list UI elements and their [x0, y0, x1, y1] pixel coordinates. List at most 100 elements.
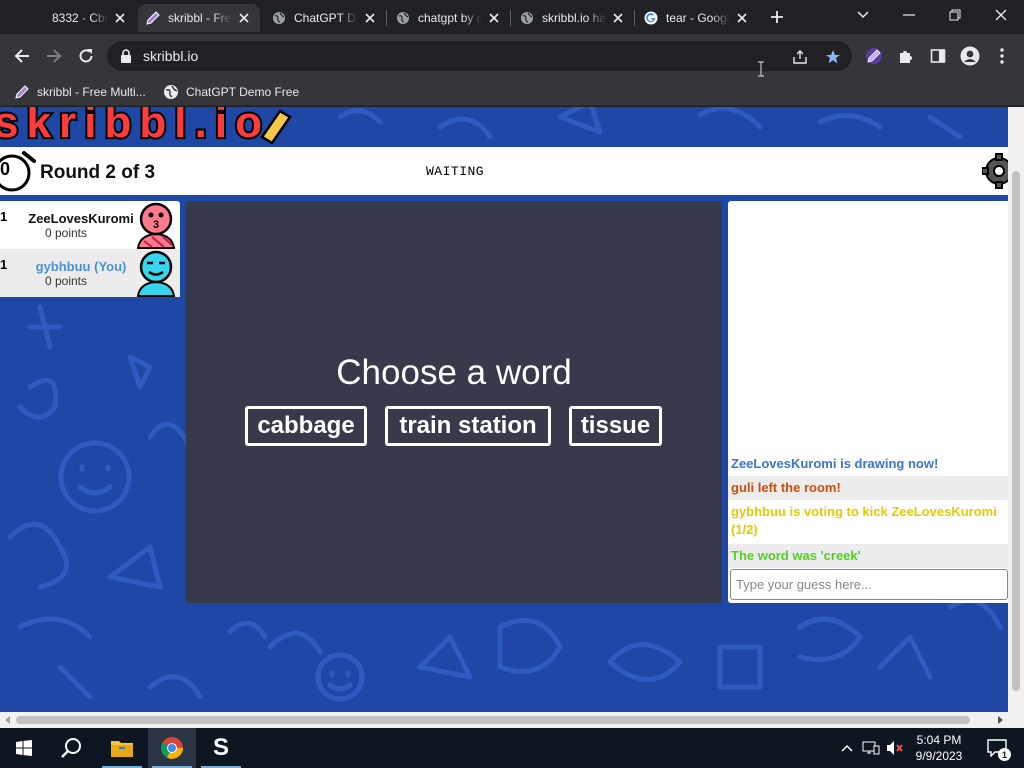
- tab-separator: [510, 10, 511, 26]
- tab-chatgpt-demo[interactable]: ChatGPT Demo Free: [264, 4, 386, 32]
- player-rank: 1: [0, 209, 8, 224]
- globe-icon: [520, 11, 534, 25]
- tab-label: chatgpt by google: [418, 11, 482, 25]
- close-icon[interactable]: [734, 10, 750, 26]
- bookmark-label: ChatGPT Demo Free: [186, 85, 300, 99]
- skribbl-logo: skribbl.io: [0, 107, 292, 147]
- notifications-icon[interactable]: 1: [983, 738, 1011, 761]
- player-avatar-blue: [136, 250, 176, 297]
- globe-icon: [272, 11, 286, 25]
- guess-input[interactable]: [730, 569, 1008, 600]
- windows-taskbar: S 5:04 PM 9/9/2023 1: [0, 728, 1024, 768]
- game-status: WAITING: [426, 164, 485, 179]
- close-icon[interactable]: [112, 10, 128, 26]
- reload-button[interactable]: [72, 42, 100, 70]
- tab-search-chevron-icon[interactable]: [848, 3, 878, 27]
- logo-text: skribbl.io: [0, 107, 264, 147]
- chat-message: guli left the room!: [728, 476, 1008, 500]
- player-row[interactable]: 1 ZeeLovesKuromi 0 points 3: [0, 201, 180, 249]
- bookmark-label: skribbl - Free Multi...: [37, 85, 146, 99]
- forward-button[interactable]: [40, 42, 68, 70]
- google-icon: [644, 11, 658, 25]
- player-name: gybhbuu (You): [35, 259, 127, 274]
- back-button[interactable]: [8, 42, 36, 70]
- browser-tab-strip: 8332 · Cboard skribbl - Free Multiplayer…: [0, 0, 1024, 34]
- vertical-scroll-thumb[interactable]: [1012, 171, 1020, 691]
- scroll-left-arrow-icon[interactable]: [0, 712, 16, 728]
- system-clock[interactable]: 5:04 PM 9/9/2023: [906, 732, 972, 764]
- tab-separator: [386, 10, 387, 26]
- tab-cboard[interactable]: 8332 · Cboard: [8, 4, 136, 32]
- restore-button[interactable]: [940, 3, 970, 27]
- kebab-menu-icon[interactable]: [991, 45, 1013, 67]
- word-choice-button[interactable]: train station: [385, 406, 551, 446]
- close-icon[interactable]: [610, 10, 626, 26]
- tab-label: ChatGPT Demo Free: [294, 11, 358, 25]
- player-row[interactable]: 1 gybhbuu (You) 0 points: [0, 249, 180, 297]
- bookmarks-bar: skribbl - Free Multi... ChatGPT Demo Fre…: [0, 78, 1024, 106]
- side-panel-icon[interactable]: [927, 45, 949, 67]
- player-avatar-red: 3: [136, 202, 176, 249]
- player-points: 0 points: [44, 226, 88, 240]
- extensions-puzzle-icon[interactable]: [895, 45, 917, 67]
- scratch-app-icon[interactable]: S: [197, 728, 245, 768]
- close-window-button[interactable]: [986, 3, 1016, 27]
- tab-label: 8332 · Cboard: [52, 11, 108, 25]
- skribbl-pencil-icon: [146, 11, 160, 25]
- horizontal-scroll-thumb[interactable]: [16, 716, 970, 724]
- clock-date: 9/9/2023: [915, 749, 963, 763]
- url-text: skribbl.io: [143, 48, 199, 64]
- show-hidden-icons-chevron-icon[interactable]: [837, 738, 857, 758]
- minimize-button[interactable]: [894, 3, 924, 27]
- bookmark-chatgpt-demo[interactable]: ChatGPT Demo Free: [163, 82, 299, 102]
- chat-panel: ZeeLovesKuromi is drawing now! guli left…: [728, 201, 1008, 603]
- word-choice-button[interactable]: tissue: [569, 406, 662, 446]
- vertical-scrollbar[interactable]: [1008, 107, 1024, 712]
- tab-separator: [634, 10, 635, 26]
- game-header: 0 Round 2 of 3 WAITING: [0, 147, 1008, 195]
- text-cursor-icon: [758, 61, 764, 77]
- globe-icon: [163, 84, 179, 100]
- tab-skribbl-hack[interactable]: skribbl.io hack: [512, 4, 634, 32]
- choose-word-title: Choose a word: [336, 353, 572, 392]
- svg-text:skribbl.io: skribbl.io: [0, 107, 264, 147]
- page-viewport: skribbl.io 0 Round 2 of 3 WAITING 1 ZeeL…: [0, 107, 1008, 712]
- address-bar[interactable]: skribbl.io: [107, 41, 852, 71]
- tab-label: tear - Google Search: [666, 11, 730, 25]
- profile-avatar-icon[interactable]: [959, 45, 981, 67]
- tab-chatgpt-google[interactable]: chatgpt by google: [388, 4, 510, 32]
- bookmark-skribbl[interactable]: skribbl - Free Multi...: [14, 82, 146, 102]
- start-button[interactable]: [0, 728, 48, 768]
- player-name: ZeeLovesKuromi: [28, 211, 134, 226]
- settings-gear-icon[interactable]: [982, 150, 1008, 192]
- round-counter: Round 2 of 3: [40, 162, 156, 183]
- close-icon[interactable]: [486, 10, 502, 26]
- word-choice-button[interactable]: cabbage: [245, 406, 367, 446]
- horizontal-scrollbar[interactable]: [0, 712, 1024, 728]
- tab-skribbl[interactable]: skribbl - Free Multiplayer: [138, 4, 260, 32]
- drawing-canvas[interactable]: Choose a word cabbage train station tiss…: [186, 201, 722, 603]
- svg-text:3: 3: [153, 219, 159, 231]
- volume-muted-icon[interactable]: [885, 738, 905, 758]
- player-list: 1 ZeeLovesKuromi 0 points 3 1 gybhbuu (Y…: [0, 201, 180, 297]
- new-tab-button[interactable]: [766, 6, 788, 28]
- close-icon[interactable]: [362, 10, 378, 26]
- tab-google-search[interactable]: tear - Google Search: [636, 4, 758, 32]
- network-icon[interactable]: [861, 738, 881, 758]
- tab-label: skribbl.io hack: [542, 11, 606, 25]
- close-icon[interactable]: [236, 10, 252, 26]
- search-icon[interactable]: [48, 728, 96, 768]
- clock-time: 5:04 PM: [916, 733, 962, 747]
- globe-icon: [396, 11, 410, 25]
- chrome-icon[interactable]: [148, 728, 196, 768]
- chat-message: ZeeLovesKuromi is drawing now!: [731, 456, 939, 471]
- skribbl-pencil-icon: [14, 84, 30, 100]
- file-explorer-icon[interactable]: [98, 728, 146, 768]
- share-icon[interactable]: [791, 48, 809, 66]
- lock-icon[interactable]: [120, 49, 134, 63]
- scroll-right-arrow-icon[interactable]: [992, 712, 1008, 728]
- browser-toolbar: skribbl.io: [0, 34, 1024, 78]
- skribbl-extension-icon[interactable]: [863, 45, 885, 67]
- notification-count-badge: 1: [998, 748, 1011, 761]
- bookmark-star-icon[interactable]: [824, 48, 842, 66]
